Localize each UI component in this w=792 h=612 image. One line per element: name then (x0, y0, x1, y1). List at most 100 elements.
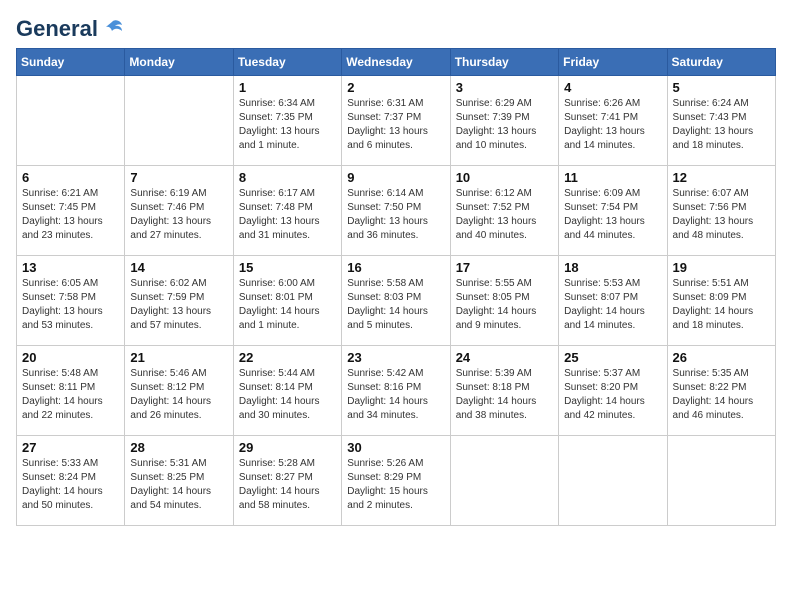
day-info: Sunrise: 6:17 AM Sunset: 7:48 PM Dayligh… (239, 187, 336, 243)
calendar-week-5: 27Sunrise: 5:33 AM Sunset: 8:24 PM Dayli… (17, 436, 776, 526)
day-number: 5 (673, 80, 770, 95)
calendar-week-2: 6 Sunrise: 6:21 AM Sunset: 7:45 PM Daylig… (17, 166, 776, 256)
calendar-cell: 17 Sunrise: 5:55 AM Sunset: 8:05 PM Dayli… (450, 256, 558, 346)
day-number: 8 (239, 170, 336, 185)
calendar-cell: 16Sunrise: 5:58 AM Sunset: 8:03 PM Dayli… (342, 256, 450, 346)
calendar-cell: 10 Sunrise: 6:12 AM Sunset: 7:52 PM Dayli… (450, 166, 558, 256)
day-info: Sunrise: 5:35 AM Sunset: 8:22 PM Dayligh… (673, 367, 770, 423)
day-info: Sunrise: 5:44 AM Sunset: 8:14 PM Dayligh… (239, 367, 336, 423)
day-info: Sunrise: 5:42 AM Sunset: 8:16 PM Dayligh… (347, 367, 444, 423)
calendar-cell: 20 Sunrise: 5:48 AM Sunset: 8:11 PM Dayli… (17, 346, 125, 436)
calendar-cell: 1 Sunrise: 6:34 AM Sunset: 7:35 PM Daylig… (233, 76, 341, 166)
calendar-cell: 21Sunrise: 5:46 AM Sunset: 8:12 PM Dayli… (125, 346, 233, 436)
day-number: 13 (22, 260, 119, 275)
day-info: Sunrise: 6:29 AM Sunset: 7:39 PM Dayligh… (456, 97, 553, 153)
calendar-header-row: SundayMondayTuesdayWednesdayThursdayFrid… (17, 49, 776, 76)
day-number: 1 (239, 80, 336, 95)
day-info: Sunrise: 5:55 AM Sunset: 8:05 PM Dayligh… (456, 277, 553, 333)
logo-general-text: General (16, 16, 98, 42)
day-info: Sunrise: 5:46 AM Sunset: 8:12 PM Dayligh… (130, 367, 227, 423)
logo-bird-icon (102, 18, 124, 40)
calendar-cell: 19 Sunrise: 5:51 AM Sunset: 8:09 PM Dayli… (667, 256, 775, 346)
calendar-cell: 18 Sunrise: 5:53 AM Sunset: 8:07 PM Dayli… (559, 256, 667, 346)
day-info: Sunrise: 6:12 AM Sunset: 7:52 PM Dayligh… (456, 187, 553, 243)
day-info: Sunrise: 5:31 AM Sunset: 8:25 PM Dayligh… (130, 457, 227, 513)
day-info: Sunrise: 5:39 AM Sunset: 8:18 PM Dayligh… (456, 367, 553, 423)
day-number: 6 (22, 170, 119, 185)
calendar-cell: 29Sunrise: 5:28 AM Sunset: 8:27 PM Dayli… (233, 436, 341, 526)
calendar-cell (667, 436, 775, 526)
calendar-table: SundayMondayTuesdayWednesdayThursdayFrid… (16, 48, 776, 526)
calendar-week-4: 20 Sunrise: 5:48 AM Sunset: 8:11 PM Dayli… (17, 346, 776, 436)
calendar-cell: 13 Sunrise: 6:05 AM Sunset: 7:58 PM Dayli… (17, 256, 125, 346)
weekday-header-friday: Friday (559, 49, 667, 76)
day-number: 23 (347, 350, 444, 365)
calendar-cell: 14 Sunrise: 6:02 AM Sunset: 7:59 PM Dayli… (125, 256, 233, 346)
day-info: Sunrise: 5:53 AM Sunset: 8:07 PM Dayligh… (564, 277, 661, 333)
day-number: 17 (456, 260, 553, 275)
calendar-cell: 4 Sunrise: 6:26 AM Sunset: 7:41 PM Daylig… (559, 76, 667, 166)
day-info: Sunrise: 5:48 AM Sunset: 8:11 PM Dayligh… (22, 367, 119, 423)
day-info: Sunrise: 5:26 AM Sunset: 8:29 PM Dayligh… (347, 457, 444, 513)
day-info: Sunrise: 6:14 AM Sunset: 7:50 PM Dayligh… (347, 187, 444, 243)
day-number: 22 (239, 350, 336, 365)
day-number: 18 (564, 260, 661, 275)
day-info: Sunrise: 6:26 AM Sunset: 7:41 PM Dayligh… (564, 97, 661, 153)
day-number: 4 (564, 80, 661, 95)
calendar-week-1: 1 Sunrise: 6:34 AM Sunset: 7:35 PM Daylig… (17, 76, 776, 166)
calendar-cell: 7 Sunrise: 6:19 AM Sunset: 7:46 PM Daylig… (125, 166, 233, 256)
calendar-cell: 11Sunrise: 6:09 AM Sunset: 7:54 PM Dayli… (559, 166, 667, 256)
day-number: 19 (673, 260, 770, 275)
day-info: Sunrise: 6:24 AM Sunset: 7:43 PM Dayligh… (673, 97, 770, 153)
day-number: 30 (347, 440, 444, 455)
weekday-header-monday: Monday (125, 49, 233, 76)
calendar-cell: 8 Sunrise: 6:17 AM Sunset: 7:48 PM Daylig… (233, 166, 341, 256)
day-info: Sunrise: 6:34 AM Sunset: 7:35 PM Dayligh… (239, 97, 336, 153)
calendar-cell: 12Sunrise: 6:07 AM Sunset: 7:56 PM Dayli… (667, 166, 775, 256)
day-number: 15 (239, 260, 336, 275)
calendar-cell (450, 436, 558, 526)
page-header: General (16, 16, 776, 38)
day-number: 16 (347, 260, 444, 275)
calendar-cell: 22 Sunrise: 5:44 AM Sunset: 8:14 PM Dayli… (233, 346, 341, 436)
day-number: 26 (673, 350, 770, 365)
day-info: Sunrise: 5:37 AM Sunset: 8:20 PM Dayligh… (564, 367, 661, 423)
calendar-cell: 23 Sunrise: 5:42 AM Sunset: 8:16 PM Dayli… (342, 346, 450, 436)
day-info: Sunrise: 6:02 AM Sunset: 7:59 PM Dayligh… (130, 277, 227, 333)
calendar-cell: 15Sunrise: 6:00 AM Sunset: 8:01 PM Dayli… (233, 256, 341, 346)
calendar-cell: 24 Sunrise: 5:39 AM Sunset: 8:18 PM Dayli… (450, 346, 558, 436)
calendar-cell (17, 76, 125, 166)
calendar-cell: 26 Sunrise: 5:35 AM Sunset: 8:22 PM Dayli… (667, 346, 775, 436)
day-info: Sunrise: 6:21 AM Sunset: 7:45 PM Dayligh… (22, 187, 119, 243)
weekday-header-sunday: Sunday (17, 49, 125, 76)
day-number: 7 (130, 170, 227, 185)
day-info: Sunrise: 6:07 AM Sunset: 7:56 PM Dayligh… (673, 187, 770, 243)
weekday-header-saturday: Saturday (667, 49, 775, 76)
day-info: Sunrise: 6:09 AM Sunset: 7:54 PM Dayligh… (564, 187, 661, 243)
weekday-header-wednesday: Wednesday (342, 49, 450, 76)
calendar-cell: 6 Sunrise: 6:21 AM Sunset: 7:45 PM Daylig… (17, 166, 125, 256)
day-number: 25 (564, 350, 661, 365)
day-number: 9 (347, 170, 444, 185)
calendar-cell: 5 Sunrise: 6:24 AM Sunset: 7:43 PM Daylig… (667, 76, 775, 166)
day-info: Sunrise: 6:19 AM Sunset: 7:46 PM Dayligh… (130, 187, 227, 243)
calendar-cell: 9 Sunrise: 6:14 AM Sunset: 7:50 PM Daylig… (342, 166, 450, 256)
logo: General (16, 16, 124, 38)
calendar-cell: 30 Sunrise: 5:26 AM Sunset: 8:29 PM Dayli… (342, 436, 450, 526)
calendar-cell (559, 436, 667, 526)
day-number: 14 (130, 260, 227, 275)
day-number: 10 (456, 170, 553, 185)
day-info: Sunrise: 6:31 AM Sunset: 7:37 PM Dayligh… (347, 97, 444, 153)
calendar-cell: 2Sunrise: 6:31 AM Sunset: 7:37 PM Daylig… (342, 76, 450, 166)
calendar-cell: 28Sunrise: 5:31 AM Sunset: 8:25 PM Dayli… (125, 436, 233, 526)
day-info: Sunrise: 5:51 AM Sunset: 8:09 PM Dayligh… (673, 277, 770, 333)
day-number: 27 (22, 440, 119, 455)
day-number: 24 (456, 350, 553, 365)
calendar-cell: 25 Sunrise: 5:37 AM Sunset: 8:20 PM Dayli… (559, 346, 667, 436)
weekday-header-tuesday: Tuesday (233, 49, 341, 76)
day-number: 29 (239, 440, 336, 455)
calendar-cell: 3 Sunrise: 6:29 AM Sunset: 7:39 PM Daylig… (450, 76, 558, 166)
day-number: 20 (22, 350, 119, 365)
day-info: Sunrise: 6:05 AM Sunset: 7:58 PM Dayligh… (22, 277, 119, 333)
day-number: 3 (456, 80, 553, 95)
